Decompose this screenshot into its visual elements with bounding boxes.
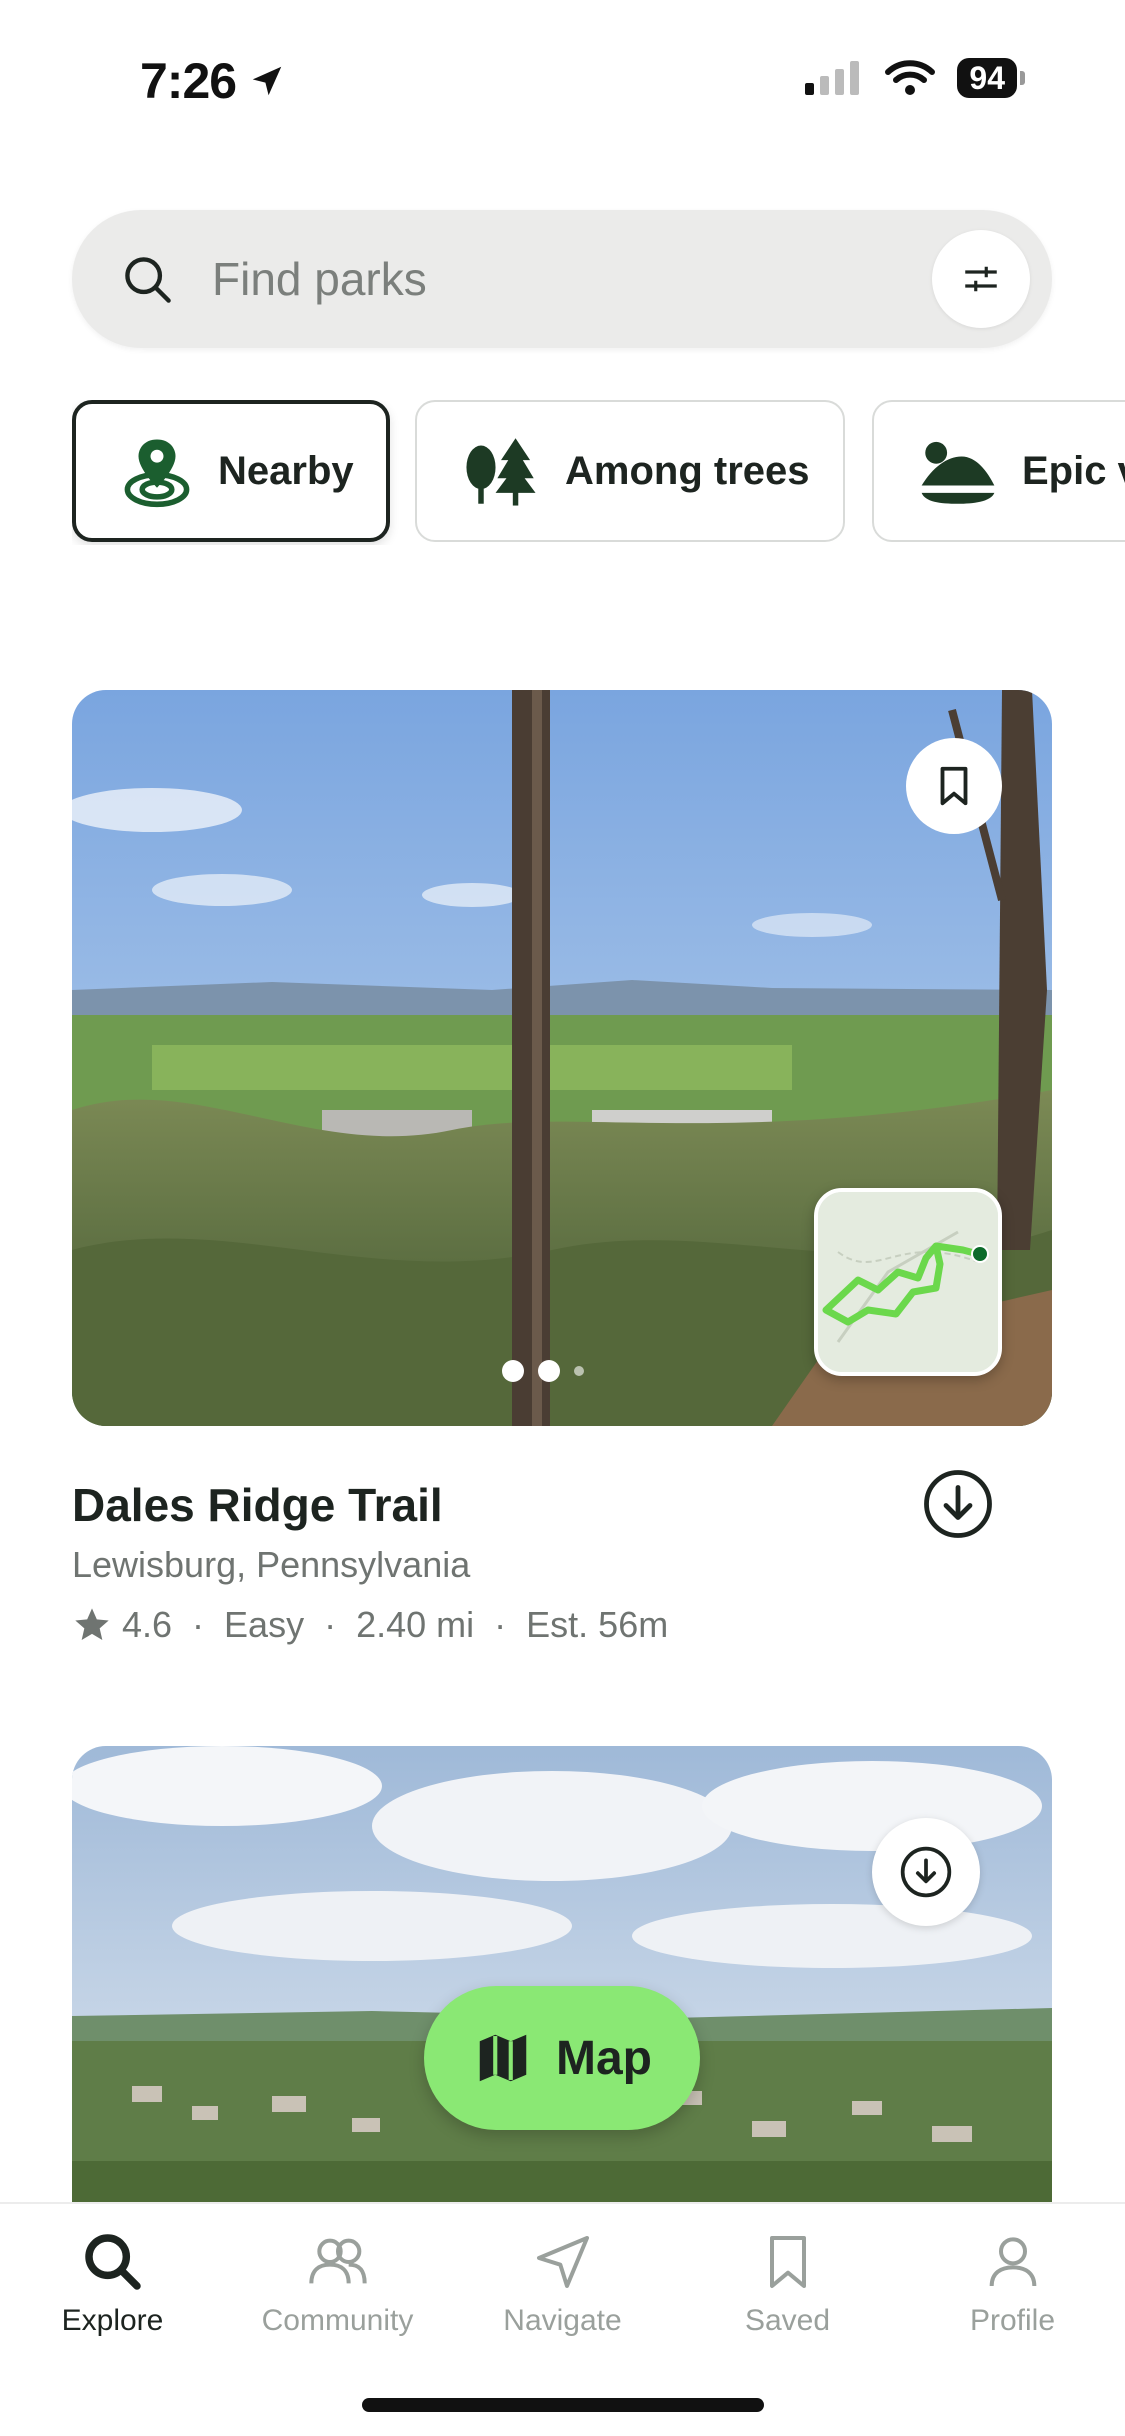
tab-community[interactable]: Community (225, 2230, 450, 2338)
rating: 4.6 (72, 1604, 172, 1646)
tab-navigate[interactable]: Navigate (450, 2230, 675, 2338)
people-icon (308, 2238, 367, 2284)
chip-label: Epic v (1022, 448, 1125, 493)
home-indicator (362, 2398, 764, 2412)
separator-dot: · (192, 1604, 205, 1645)
person-icon (989, 2237, 1036, 2287)
separator-dot: · (494, 1604, 507, 1645)
tab-label: Explore (61, 2304, 164, 2337)
estimated-time: Est. 56m (526, 1604, 669, 1645)
chip-label: Nearby (218, 448, 354, 493)
star-icon (75, 1608, 109, 1640)
route-map-icon (818, 1192, 998, 1372)
tab-label: Community (261, 2304, 414, 2337)
map-button[interactable]: Map (424, 1986, 700, 2130)
search-icon (125, 257, 171, 303)
distance: 2.40 mi (356, 1604, 475, 1645)
chip-among-trees[interactable]: Among trees (415, 400, 845, 542)
tab-profile[interactable]: Profile (900, 2230, 1125, 2338)
trail-photo-2[interactable] (72, 1746, 1052, 2206)
trail-meta: 4.6 · Easy · 2.40 mi · Est. 56m (72, 1604, 668, 1646)
bookmark-icon (940, 766, 968, 806)
status-bar: 7:26 94 (0, 0, 1125, 165)
tab-label: Saved (744, 2304, 831, 2337)
sliders-icon (965, 266, 997, 292)
bookmark-icon (769, 2236, 806, 2288)
wifi-icon (885, 60, 936, 95)
status-indicators: 94 (805, 58, 1025, 98)
location-pin-icon (124, 439, 190, 508)
trail-title[interactable]: Dales Ridge Trail (72, 1478, 443, 1532)
signal-icon (805, 61, 860, 95)
battery-indicator: 94 (957, 58, 1025, 98)
download-icon (900, 1846, 952, 1898)
map-icon (479, 2034, 527, 2082)
chip-epic-views[interactable]: Epic v (872, 400, 1125, 542)
map-button-label: Map (556, 2031, 652, 2085)
search-bar[interactable]: Find parks (72, 210, 1052, 348)
separator-dot: · (324, 1604, 337, 1645)
status-time: 7:26 (140, 52, 286, 110)
download-button[interactable] (872, 1818, 980, 1926)
trail-photo[interactable] (72, 690, 1052, 1426)
rating-value: 4.6 (122, 1604, 173, 1645)
download-icon[interactable] (922, 1468, 994, 1540)
search-input[interactable]: Find parks (212, 210, 912, 348)
route-thumbnail[interactable] (814, 1188, 1002, 1376)
filter-button[interactable] (932, 230, 1030, 328)
pagination-dot (502, 1360, 524, 1382)
pagination-dot (538, 1360, 560, 1382)
bookmark-button[interactable] (906, 738, 1002, 834)
navigate-icon (536, 2236, 589, 2288)
location-arrow-icon (252, 66, 282, 96)
town-landscape-photo (72, 1746, 1052, 2206)
chip-nearby[interactable]: Nearby (72, 400, 390, 542)
tab-label: Profile (969, 2304, 1056, 2337)
photo-pagination (502, 1360, 584, 1382)
battery-level: 94 (969, 59, 1005, 96)
chip-label: Among trees (565, 448, 810, 493)
difficulty: Easy (224, 1604, 305, 1645)
tab-explore[interactable]: Explore (0, 2230, 225, 2338)
pagination-dot (574, 1366, 584, 1376)
time-text: 7:26 (140, 53, 237, 109)
search-icon (84, 2234, 141, 2290)
tab-label: Navigate (503, 2304, 622, 2337)
trees-icon (466, 438, 536, 506)
category-chips: Nearby Among trees Epic v (72, 400, 1125, 545)
trail-location: Lewisburg, Pennsylvania (72, 1544, 471, 1585)
tab-saved[interactable]: Saved (675, 2230, 900, 2338)
mountain-sun-icon (921, 441, 995, 504)
